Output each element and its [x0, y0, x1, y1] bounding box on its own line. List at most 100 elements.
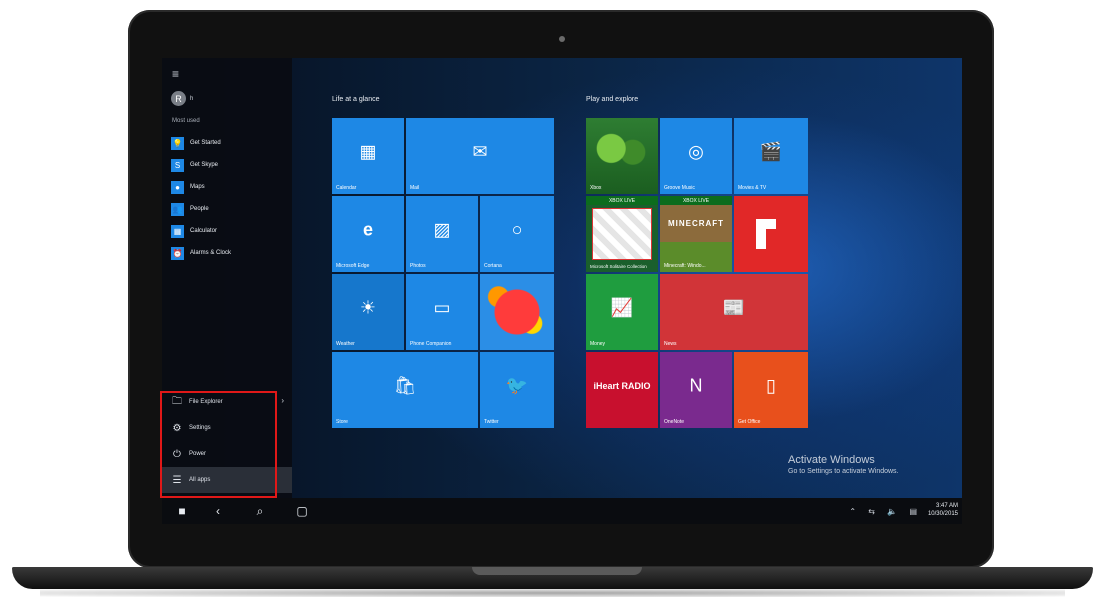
activate-windows-watermark: Activate Windows Go to Settings to activ… [788, 454, 899, 475]
most-used-item-calculator[interactable]: ▦ Calculator [171, 220, 231, 242]
tile-cortana[interactable]: ○ Cortana [480, 196, 554, 272]
edge-icon: e [362, 219, 374, 240]
tile-groove-music[interactable]: ◎ Groove Music [660, 118, 732, 194]
tile-iheart-radio[interactable]: iHeart RADIO [586, 352, 658, 428]
user-account[interactable]: R h [171, 91, 193, 106]
search-icon: ⌕ [256, 503, 264, 518]
office-icon: ▯ [766, 375, 776, 396]
tile-label: Groove Music [664, 185, 695, 191]
tile-flipboard[interactable] [734, 196, 808, 272]
task-view-icon: ▢ [296, 504, 308, 518]
start-button[interactable]: ■ [162, 498, 202, 524]
clock-date: 10/30/2015 [927, 511, 958, 517]
taskbar-clock[interactable]: 3:47 AM 10/30/2015 [928, 502, 958, 518]
up-arrow-icon[interactable]: ⌃ [849, 507, 861, 516]
clock-icon: ⏰ [171, 246, 184, 260]
store-bag-icon: 🛍 [393, 375, 417, 396]
webcam [559, 36, 565, 42]
onenote-icon: N [689, 375, 703, 396]
tile-onenote[interactable]: N OneNote [660, 352, 732, 428]
tile-solitaire[interactable]: XBOX LIVE Microsoft Solitaire Collection [586, 196, 658, 272]
most-used-item-people[interactable]: 👥 People [171, 198, 231, 220]
xbox-live-banner: XBOX LIVE [660, 196, 732, 205]
avatar: R [171, 91, 186, 106]
xbox-avatar-art [586, 118, 658, 194]
group-title-play-and-explore: Play and explore [586, 96, 639, 103]
notification-icon[interactable]: ▤ [909, 507, 922, 516]
mail-icon: ✉ [472, 141, 488, 162]
most-used-item-label: Get Skype [190, 162, 219, 168]
tile-label: Xbox [590, 185, 602, 191]
people-icon: 👥 [171, 202, 184, 216]
candy-crush-art [480, 274, 554, 350]
laptop-shadow [40, 589, 1065, 597]
tile-phone-companion[interactable]: ▭ Phone Companion [406, 274, 478, 350]
tile-label: OneNote [664, 419, 685, 425]
tile-label: Store [336, 419, 348, 425]
tile-label: Movies & TV [738, 185, 767, 191]
calculator-icon: ▦ [171, 224, 184, 238]
sun-icon: ☀ [359, 297, 377, 318]
search-button[interactable]: ⌕ [240, 498, 280, 524]
phone-laptop-icon: ▭ [433, 297, 451, 318]
group-title-life-at-a-glance: Life at a glance [332, 96, 380, 103]
minecraft-logo-text: MINECRAFT [667, 219, 725, 228]
chart-icon: 📈 [610, 297, 634, 318]
twitter-bird-icon: 🐦 [505, 375, 529, 396]
most-used-item-get-started[interactable]: 💡 Get Started [171, 132, 231, 154]
tile-twitter[interactable]: 🐦 Twitter [480, 352, 554, 428]
cortana-icon: ○ [511, 219, 523, 240]
screen: ≡ R h Most used 💡 Get Started S Get Skyp… [162, 58, 962, 524]
most-used-list: 💡 Get Started S Get Skype ● Maps 👥 Peopl… [171, 132, 231, 264]
tile-money[interactable]: 📈 Money [586, 274, 658, 350]
tile-calendar[interactable]: ▦ Calendar [332, 118, 404, 194]
news-icon: 📰 [722, 297, 746, 318]
most-used-item-label: Maps [190, 184, 205, 190]
tile-weather[interactable]: ☀ Weather [332, 274, 404, 350]
user-name: h [190, 95, 194, 102]
system-tray[interactable]: ⌃ ⇆ 🔈 ▤ [849, 507, 922, 516]
tile-label: Mail [410, 185, 420, 191]
tile-label: Twitter [484, 419, 499, 425]
tile-news[interactable]: 📰 News [660, 274, 808, 350]
clock-time: 3:47 AM [935, 503, 958, 509]
tile-label: Get Office [738, 419, 761, 425]
tile-photos[interactable]: ▨ Photos [406, 196, 478, 272]
taskbar: ■ ‹ ⌕ ▢ ⌃ ⇆ 🔈 ▤ 3:47 AM 10/30/2015 [162, 498, 962, 524]
watermark-subtitle: Go to Settings to activate Windows. [788, 468, 899, 475]
network-icon[interactable]: ⇆ [868, 507, 880, 516]
volume-icon[interactable]: 🔈 [887, 507, 902, 516]
tile-label: Microsoft Solitaire Collection [590, 264, 647, 269]
tile-minecraft[interactable]: XBOX LIVE MINECRAFT Minecraft: Windo... [660, 196, 732, 272]
tile-label: Calendar [336, 185, 357, 191]
highlight-annotation-box [160, 391, 277, 498]
calendar-icon: ▦ [359, 141, 377, 162]
task-view-button[interactable]: ▢ [282, 498, 322, 524]
minecraft-art: MINECRAFT [660, 205, 732, 272]
tile-candy-crush[interactable] [480, 274, 554, 350]
tile-label: Cortana [484, 263, 502, 269]
most-used-item-get-skype[interactable]: S Get Skype [171, 154, 231, 176]
maps-icon: ● [171, 180, 184, 194]
tile-xbox[interactable]: Xbox [586, 118, 658, 194]
clapperboard-icon: 🎬 [759, 141, 783, 162]
tile-movies-tv[interactable]: 🎬 Movies & TV [734, 118, 808, 194]
back-button[interactable]: ‹ [198, 498, 238, 524]
tile-get-office[interactable]: ▯ Get Office [734, 352, 808, 428]
most-used-label: Most used [172, 118, 200, 124]
lightbulb-icon: 💡 [171, 136, 184, 150]
tile-store[interactable]: 🛍 Store [332, 352, 478, 428]
most-used-item-label: Calculator [190, 228, 218, 234]
tile-label: Money [590, 341, 606, 347]
tile-mail[interactable]: ✉ Mail [406, 118, 554, 194]
skype-icon: S [171, 158, 184, 172]
tile-label: Microsoft Edge [336, 263, 370, 269]
tile-microsoft-edge[interactable]: e Microsoft Edge [332, 196, 404, 272]
windows-logo-icon: ■ [178, 504, 186, 518]
chevron-right-icon[interactable]: › [281, 396, 284, 405]
solitaire-cards-art [592, 208, 652, 260]
most-used-item-alarms-clock[interactable]: ⏰ Alarms & Clock [171, 242, 231, 264]
hamburger-menu-icon[interactable]: ≡ [172, 68, 179, 80]
watermark-title: Activate Windows [788, 454, 875, 466]
most-used-item-maps[interactable]: ● Maps [171, 176, 231, 198]
